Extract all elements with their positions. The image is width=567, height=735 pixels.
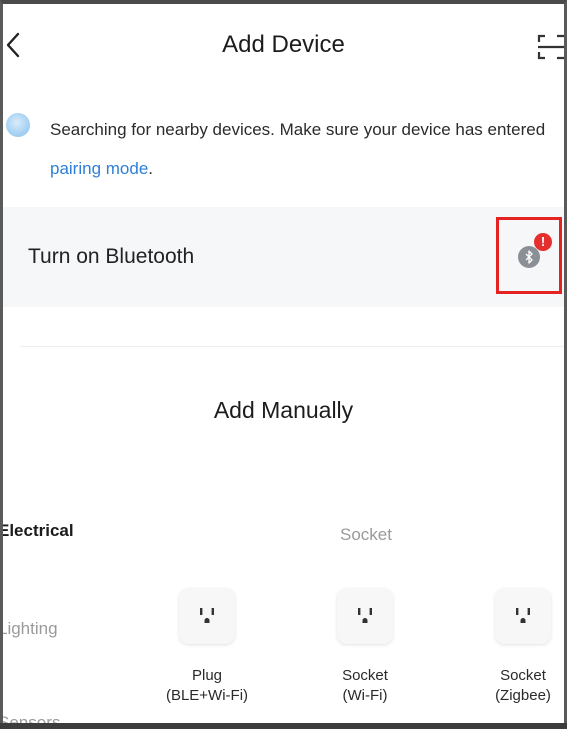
device-name: Socket: [500, 667, 546, 684]
add-manually-title: Add Manually: [213, 397, 354, 423]
bluetooth-label: Turn on Bluetooth: [28, 245, 195, 268]
socket-icon: [337, 588, 393, 644]
searching-text-end: .: [148, 159, 154, 178]
device-plug-ble-wifi[interactable]: Plug (BLE+Wi-Fi): [152, 588, 262, 706]
category-electrical[interactable]: Electrical: [0, 519, 74, 543]
device-socket-wifi[interactable]: Socket (Wi-Fi): [310, 588, 420, 706]
device-protocol: (BLE+Wi-Fi): [165, 687, 249, 704]
bluetooth-highlight-box: [496, 217, 562, 294]
turn-on-bluetooth-row[interactable]: Turn on Bluetooth: [0, 207, 567, 307]
page-title: Add Device: [222, 31, 345, 58]
device-protocol: (Wi-Fi): [342, 687, 388, 704]
device-name: Socket: [342, 667, 388, 684]
searching-indicator-icon: [6, 113, 30, 137]
pairing-mode-link[interactable]: pairing mode: [50, 159, 148, 178]
device-protocol: (Zigbee): [495, 687, 551, 704]
socket-icon: [179, 588, 235, 644]
searching-message: Searching for nearby devices. Make sure …: [50, 110, 560, 188]
scan-icon[interactable]: [535, 30, 567, 64]
socket-icon: [495, 588, 551, 644]
section-label-socket: Socket: [340, 525, 392, 544]
device-name: Plug: [191, 667, 223, 684]
searching-text: Searching for nearby devices. Make sure …: [50, 120, 546, 139]
window-bottom-edge: [0, 723, 567, 729]
device-socket-zigbee[interactable]: Socket (Zigbee): [468, 588, 567, 706]
category-lighting[interactable]: Lighting: [0, 617, 58, 641]
divider: [20, 346, 567, 347]
